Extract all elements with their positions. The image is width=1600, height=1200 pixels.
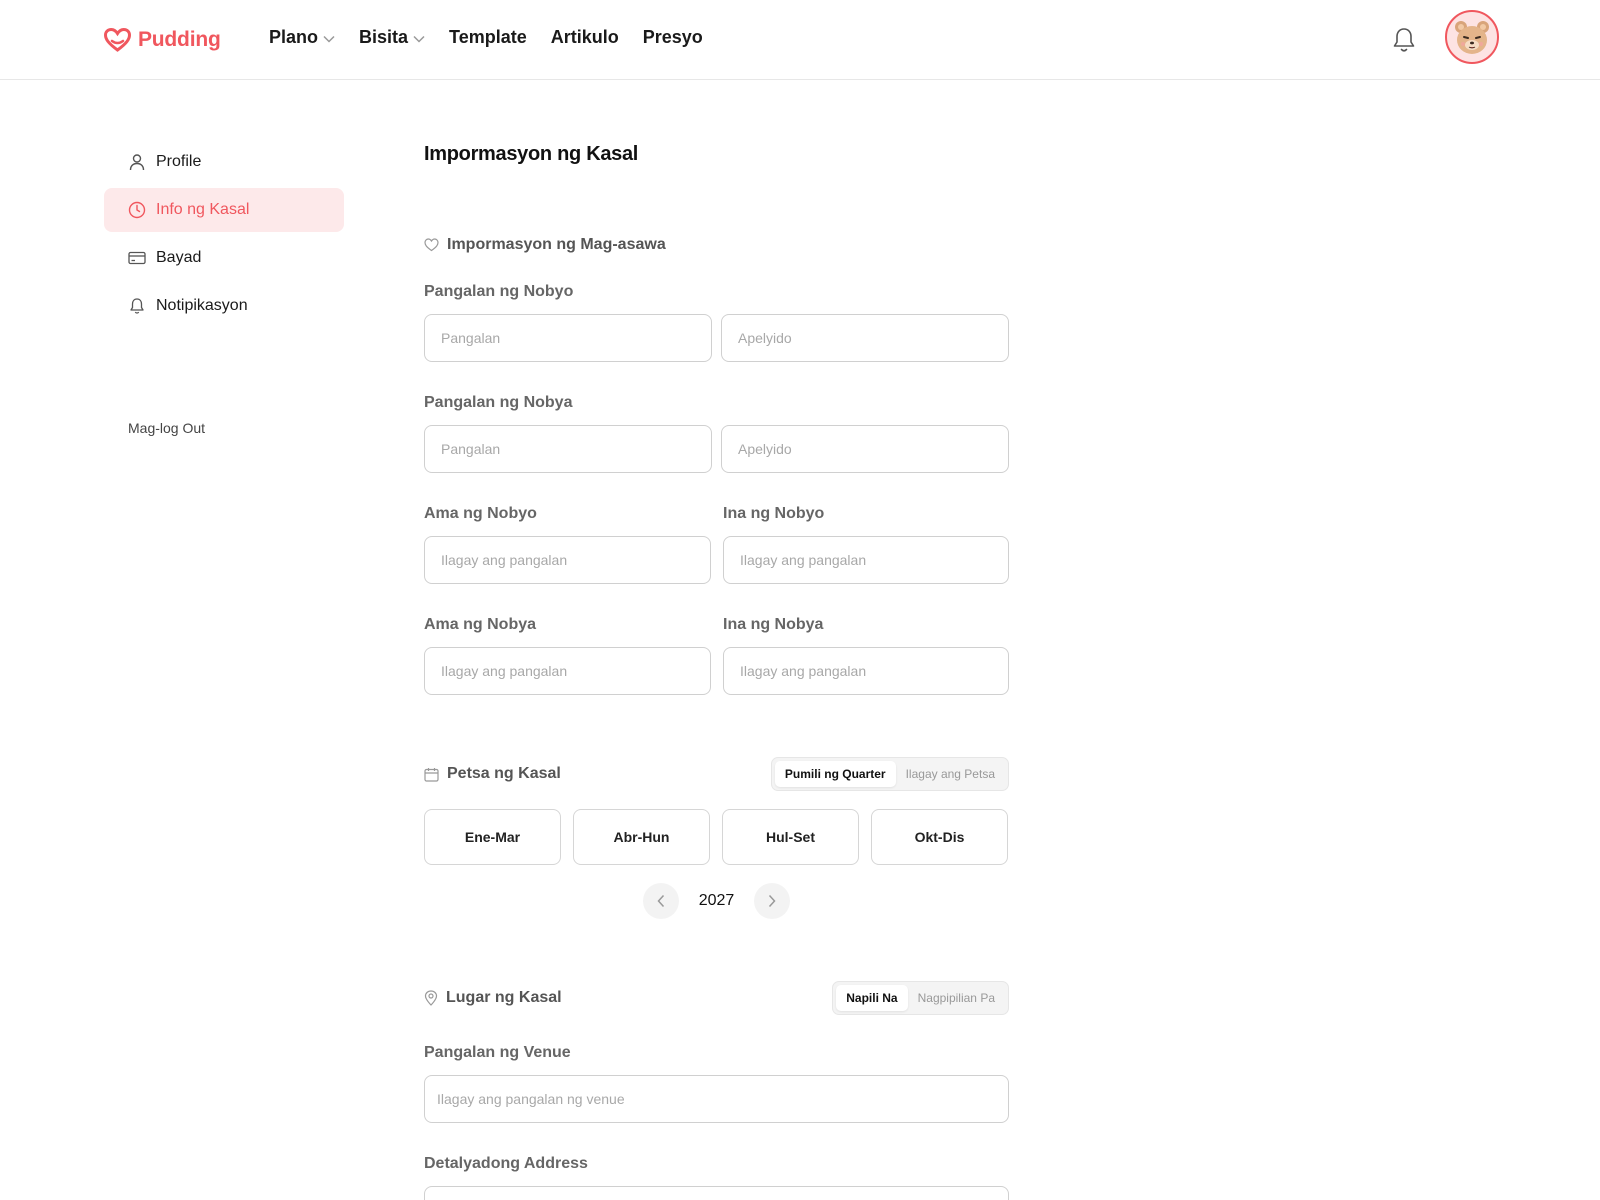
venue-status-toggle: Napili Na Nagpipilian Pa <box>832 981 1009 1015</box>
couple-section-header: Impormasyon ng Mag-asawa <box>424 228 1009 262</box>
groom-name-row <box>424 314 1009 362</box>
toggle-venue-selected[interactable]: Napili Na <box>836 985 908 1011</box>
toggle-venue-pending[interactable]: Nagpipilian Pa <box>908 985 1005 1011</box>
nav-label: Artikulo <box>550 27 619 47</box>
prev-year-button[interactable] <box>642 883 679 919</box>
sidebar-item-bayad[interactable]: Bayad <box>104 236 344 280</box>
bell-icon <box>130 298 144 314</box>
clock-icon <box>128 201 146 219</box>
chevron-left-icon <box>657 894 664 908</box>
location-pin-icon <box>424 990 438 1006</box>
section-title-text: Petsa ng Kasal <box>447 765 561 782</box>
card-icon <box>128 251 146 265</box>
user-avatar[interactable] <box>1445 10 1499 64</box>
groom-first-name-input[interactable] <box>424 314 712 362</box>
wedding-info-form: Impormasyon ng Kasal Impormasyon ng Mag-… <box>424 140 1009 1200</box>
sidebar-item-label: Bayad <box>156 249 202 266</box>
nav-template[interactable]: Template <box>449 27 527 48</box>
couple-section-title: Impormasyon ng Mag-asawa <box>424 236 666 254</box>
page-title: Impormasyon ng Kasal <box>424 143 639 165</box>
date-mode-toggle: Pumili ng Quarter Ilagay ang Petsa <box>770 757 1009 791</box>
sidebar-item-label: Info ng Kasal <box>156 201 250 218</box>
groom-name-label: Pangalan ng Nobyo <box>424 283 574 300</box>
groom-mother-field: Ina ng Nobyo <box>723 503 1009 584</box>
section-title-text: Impormasyon ng Mag-asawa <box>447 236 666 253</box>
chevron-down-icon <box>323 35 335 43</box>
nav-label: Template <box>449 27 527 47</box>
selected-year: 2027 <box>698 892 735 909</box>
venue-section-header: Lugar ng Kasal Napili Na Nagpipilian Pa <box>424 981 1009 1015</box>
sidebar-item-label: Profile <box>156 153 202 170</box>
address-label: Detalyadong Address <box>424 1155 588 1172</box>
chevron-down-icon <box>413 35 425 43</box>
address-input[interactable] <box>424 1186 1009 1200</box>
nav-presyo[interactable]: Presyo <box>643 27 703 48</box>
notification-bell-icon[interactable] <box>1391 26 1417 54</box>
top-header: Pudding Plano Bisita Template Artikulo P… <box>0 0 1600 80</box>
section-title-text: Lugar ng Kasal <box>446 989 562 1006</box>
toggle-pick-quarter[interactable]: Pumili ng Quarter <box>774 761 896 787</box>
bride-father-field: Ama ng Nobya <box>424 614 711 695</box>
venue-name-label: Pangalan ng Venue <box>424 1044 571 1061</box>
bride-mother-label: Ina ng Nobya <box>723 616 824 633</box>
sidebar-item-notipikasyon[interactable]: Notipikasyon <box>104 284 344 328</box>
bride-last-name-input[interactable] <box>721 425 1009 473</box>
sidebar-item-profile[interactable]: Profile <box>104 140 344 184</box>
nav-label: Presyo <box>642 27 703 47</box>
year-selector: 2027 <box>424 883 1009 919</box>
quarter-q1-button[interactable]: Ene-Mar <box>424 809 561 865</box>
bride-parents-row: Ama ng Nobya Ina ng Nobya <box>424 614 1009 695</box>
brand-name: Pudding <box>138 28 221 51</box>
brand-logo[interactable]: Pudding <box>104 26 221 54</box>
quarter-q3-button[interactable]: Hul-Set <box>722 809 859 865</box>
calendar-icon <box>424 767 439 782</box>
venue-name-input[interactable] <box>424 1075 1009 1123</box>
toggle-enter-date[interactable]: Ilagay ang Petsa <box>896 761 1005 787</box>
logout-link[interactable]: Mag-log Out <box>128 420 205 436</box>
nav-bisita[interactable]: Bisita <box>359 27 425 48</box>
nav-artikulo[interactable]: Artikulo <box>551 27 619 48</box>
bride-father-input[interactable] <box>424 647 711 695</box>
groom-father-input[interactable] <box>424 536 711 584</box>
heart-logo-icon <box>104 28 131 52</box>
nav-label: Bisita <box>359 27 409 47</box>
quarter-q2-button[interactable]: Abr-Hun <box>573 809 710 865</box>
nav-label: Plano <box>269 27 319 47</box>
date-section-title: Petsa ng Kasal <box>424 765 561 783</box>
groom-father-field: Ama ng Nobyo <box>424 503 711 584</box>
bear-avatar-icon <box>1455 21 1489 54</box>
groom-mother-input[interactable] <box>723 536 1009 584</box>
bride-mother-input[interactable] <box>723 647 1009 695</box>
user-icon <box>129 154 145 171</box>
groom-parents-row: Ama ng Nobyo Ina ng Nobyo <box>424 503 1009 584</box>
next-year-button[interactable] <box>754 883 791 919</box>
bride-name-label: Pangalan ng Nobya <box>424 394 573 411</box>
date-section-header: Petsa ng Kasal Pumili ng Quarter Ilagay … <box>424 757 1009 791</box>
bride-first-name-input[interactable] <box>424 425 712 473</box>
bride-name-row <box>424 425 1009 473</box>
sidebar-item-info-ng-kasal[interactable]: Info ng Kasal <box>104 188 344 232</box>
quarter-options: Ene-Mar Abr-Hun Hul-Set Okt-Dis <box>424 809 1009 865</box>
bride-father-label: Ama ng Nobya <box>424 616 537 633</box>
bride-mother-field: Ina ng Nobya <box>723 614 1009 695</box>
chevron-right-icon <box>769 894 776 908</box>
venue-section-title: Lugar ng Kasal <box>424 989 562 1007</box>
heart-icon <box>424 238 439 252</box>
settings-sidebar: Profile Info ng Kasal Bayad Notipikasyon… <box>104 140 344 436</box>
groom-mother-label: Ina ng Nobyo <box>723 505 825 522</box>
main-nav: Plano Bisita Template Artikulo Presyo <box>269 27 703 48</box>
groom-last-name-input[interactable] <box>721 314 1009 362</box>
nav-plano[interactable]: Plano <box>269 27 335 48</box>
quarter-q4-button[interactable]: Okt-Dis <box>871 809 1008 865</box>
groom-father-label: Ama ng Nobyo <box>424 505 537 522</box>
sidebar-item-label: Notipikasyon <box>156 297 248 314</box>
